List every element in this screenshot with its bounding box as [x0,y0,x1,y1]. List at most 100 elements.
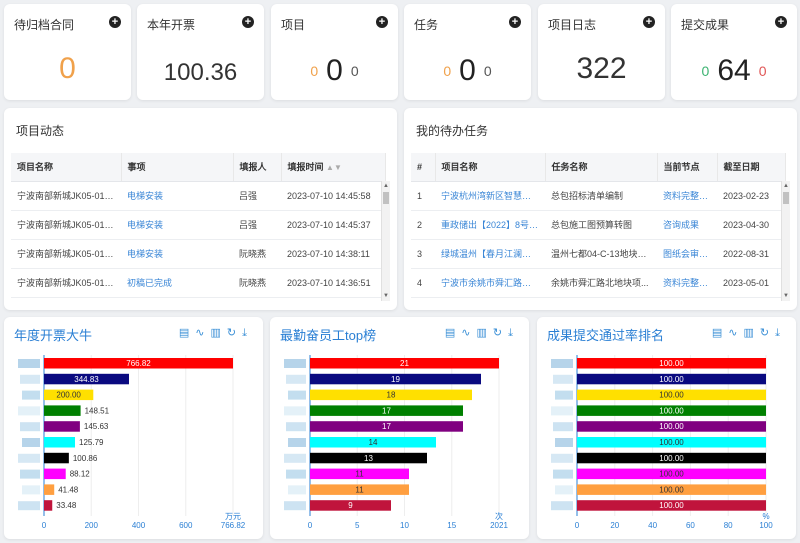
redacted-name-label [288,438,306,447]
bar-value-label: 14 [369,438,378,447]
redacted-name-label [553,422,573,432]
cell-reporter: 阮晓燕 [233,239,281,269]
cell-item[interactable]: 初稿已完成 [121,268,233,298]
redacted-name-label [284,359,306,368]
redacted-name-label [288,485,306,495]
bar-value-label: 41.48 [58,485,79,494]
cell-project: 宁波南部新城JK05-01-0... [11,181,121,211]
todo-tasks-table: # 项目名称 任务名称 当前节点 截至日期 1 宁波杭州湾新区智慧宜居 4(总包招… [411,153,786,298]
scroll-down-icon[interactable]: ▼ [782,291,790,301]
cell-task: 总包招标清单编制 [545,181,657,211]
redacted-name-label [551,406,573,416]
bar-value-label: 100.00 [659,454,684,463]
bar-value-label: 17 [382,422,391,431]
x-tick-label: 2021 [490,521,508,530]
cell-project[interactable]: 宁波市余姚市舜汇路北地块 [435,268,545,298]
project-activity-panel: 项目动态 项目名称 事项 填报人 填报时间 ▲▼ 宁波南部新城JK05-01-0… [4,108,397,310]
redacted-name-label [286,469,306,479]
bar-value-label: 100.00 [659,485,684,494]
scroll-up-icon[interactable]: ▲ [382,181,390,191]
bar [44,437,76,448]
bar-value-label: 145.63 [84,422,109,431]
chart-card-invoice-leaders: 年度开票大牛 ▤∿▥↻⤓ 0 200 400 600 766.82 万元 766.82 344… [4,317,263,539]
cell-time: 2023-07-10 14:36:51 [281,268,385,298]
col-header-label: 填报时间 [287,162,324,173]
table-row[interactable]: 宁波南部新城JK05-01-0... 电梯安装 吕强 2023-07-10 14:45… [11,181,385,211]
cell-deadline: 2023-02-23 [717,181,785,211]
bar-value-label: 125.79 [79,438,104,447]
plus-icon[interactable]: + [376,16,388,28]
scroll-up-icon[interactable]: ▲ [782,181,790,191]
x-tick-label: 600 [179,521,193,530]
table-row[interactable]: 宁波南部新城JK05-01-0... 电梯安装 吕强 2023-07-10 14:45… [11,210,385,240]
stat-title: 提交成果 [681,18,730,32]
bar-value-label: 100.00 [659,375,684,384]
cell-time: 2023-07-10 14:45:58 [281,181,385,211]
stat-title: 本年开票 [147,18,196,32]
table-header-row: 项目名称 事项 填报人 填报时间 ▲▼ [11,153,386,182]
cell-item[interactable]: 电梯安装 [121,210,233,240]
table-row[interactable]: 宁波南部新城JK05-01-0... 电梯安装 阮晓燕 2023-07-10 14:3… [11,239,385,269]
table-row[interactable]: 宁波南部新城JK05-01-0... 初稿已完成 阮晓燕 2023-07-10 14:… [11,268,385,298]
redacted-name-label [288,390,306,400]
scroll-down-icon[interactable]: ▼ [382,291,390,301]
cell-time: 2023-07-10 14:45:37 [281,210,385,240]
cell-index: 1 [411,181,435,211]
plus-icon[interactable]: + [643,16,655,28]
vertical-scrollbar[interactable]: ▲ ▼ [781,181,790,301]
plus-icon[interactable]: + [775,16,787,28]
col-header: 项目名称 [435,153,546,182]
redacted-name-label [551,453,573,463]
cell-project[interactable]: 宁波杭州湾新区智慧宜居 4( [435,181,545,211]
bar-value-label: 344.83 [74,375,99,384]
stat-right: 0 [483,63,492,79]
vertical-scrollbar[interactable]: ▲ ▼ [381,181,390,301]
redacted-name-label [555,438,573,447]
todo-tasks-panel: 我的待办任务 # 项目名称 任务名称 当前节点 截至日期 1 宁波杭州湾新区智慧宜… [404,108,797,310]
col-header-sortable[interactable]: 填报时间 ▲▼ [281,153,386,182]
bar-value-label: 100.00 [659,501,684,510]
stat-mid: 64 [717,54,751,87]
bar-value-label: 17 [382,406,391,415]
cell-node[interactable]: 咨询成果 [657,210,717,240]
stat-title: 任务 [414,18,439,32]
x-unit-label: 次 [495,511,503,521]
cell-node[interactable]: 资料完整性审 [657,181,717,211]
cell-project[interactable]: 绿城温州【春月江澜】一期 [435,239,545,269]
redacted-name-label [284,501,306,511]
bar-value-label: 11 [355,470,364,479]
plus-icon[interactable]: + [109,16,121,28]
cell-task: 温州七都04-C-13地块总... [545,239,657,269]
chart-card-diligent-staff: 最勤奋员工top榜 ▤∿▥↻⤓ 0 5 10 15 2021 次 21 19 18 17 17 14 1… [270,317,529,539]
scroll-thumb[interactable] [783,192,789,204]
redacted-name-label [20,422,40,432]
cell-item[interactable]: 电梯安装 [121,181,233,211]
table-row[interactable]: 4 宁波市余姚市舜汇路北地块 余姚市舜汇路北地块项... 资料完整性审 2023-05-… [411,268,785,298]
cell-item[interactable]: 电梯安装 [121,239,233,269]
bar-value-label: 100.00 [659,359,684,368]
redacted-name-label [22,390,40,400]
cell-project: 宁波南部新城JK05-01-0... [11,268,121,298]
cell-node[interactable]: 图纸会审及优( [657,239,717,269]
x-unit-label: % [762,512,769,521]
redacted-name-label [553,374,573,384]
table-row[interactable]: 2 重政储出【2022】8号地块 总包施工图预算转图 咨询成果 2023-04-30 [411,210,785,240]
x-tick-label: 5 [355,521,360,530]
plus-icon[interactable]: + [509,16,521,28]
cell-project[interactable]: 重政储出【2022】8号地块 [435,210,545,240]
plus-icon[interactable]: + [242,16,254,28]
redacted-name-label [18,359,40,368]
scroll-thumb[interactable] [383,192,389,204]
cell-project: 宁波南部新城JK05-01-0... [11,239,121,269]
cell-reporter: 吕强 [233,210,281,240]
table-row[interactable]: 1 宁波杭州湾新区智慧宜居 4(总包招标清单编制 资料完整性审 2023-02-23 [411,181,785,211]
x-tick-label: 0 [42,521,47,530]
redacted-name-label [284,453,306,463]
bar [44,484,55,495]
table-row[interactable]: 3 绿城温州【春月江澜】一期 温州七都04-C-13地块总... 图纸会审及优(202… [411,239,785,269]
bar-value-label: 200.00 [56,391,81,400]
col-header: 当前节点 [657,153,718,182]
sort-icon[interactable]: ▲▼ [326,163,342,172]
cell-node[interactable]: 资料完整性审 [657,268,717,298]
x-tick-label: 0 [308,521,313,530]
